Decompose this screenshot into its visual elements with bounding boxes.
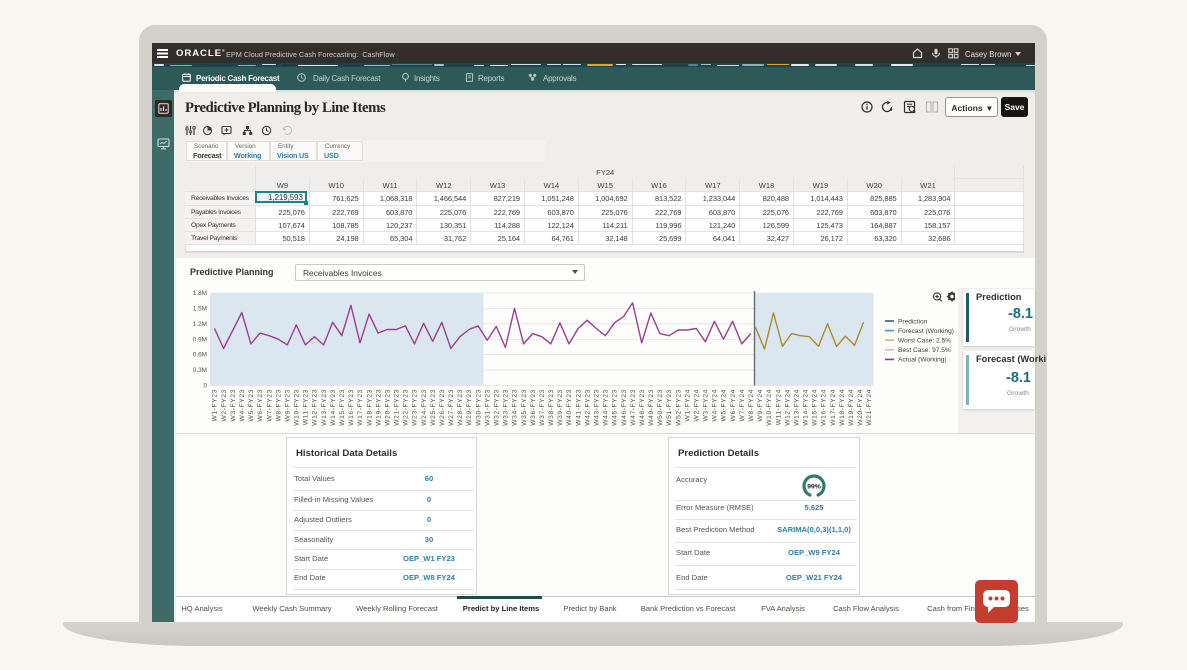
svg-text:W27-FY23: W27-FY23 [448,389,455,426]
svg-text:Worst Case: 2.5%: Worst Case: 2.5% [898,338,951,345]
svg-text:W20-FY23: W20-FY23 [384,389,391,426]
svg-text:W10-FY24: W10-FY24 [766,389,773,426]
svg-text:W5-FY23: W5-FY23 [248,389,255,421]
svg-text:W31-FY23: W31-FY23 [484,389,491,426]
svg-text:W49-FY23: W49-FY23 [648,389,655,426]
svg-text:W35-FY23: W35-FY23 [521,389,528,426]
svg-text:W25-FY23: W25-FY23 [430,389,437,426]
svg-text:W15-FY24: W15-FY24 [812,389,819,426]
svg-text:W51-FY23: W51-FY23 [666,389,673,426]
svg-text:W47-FY23: W47-FY23 [630,389,637,426]
svg-text:W19-FY23: W19-FY23 [375,389,382,426]
svg-text:W6-FY24: W6-FY24 [730,389,737,421]
svg-text:W36-FY23: W36-FY23 [530,389,537,426]
svg-text:W8-FY24: W8-FY24 [748,389,755,421]
svg-text:W19-FY24: W19-FY24 [848,389,855,426]
svg-text:W3-FY24: W3-FY24 [703,389,710,421]
svg-text:W7-FY24: W7-FY24 [739,389,746,421]
svg-text:1.5M: 1.5M [193,305,207,312]
svg-text:W4-FY23: W4-FY23 [239,389,246,421]
svg-text:W48-FY23: W48-FY23 [639,389,646,426]
svg-text:W52-FY23: W52-FY23 [675,389,682,426]
svg-text:W21-FY24: W21-FY24 [866,389,873,426]
svg-text:W23-FY23: W23-FY23 [412,389,419,426]
svg-text:W3-FY23: W3-FY23 [230,389,237,421]
svg-text:W13-FY23: W13-FY23 [321,389,328,426]
svg-text:0.9M: 0.9M [193,336,207,343]
svg-text:W45-FY23: W45-FY23 [612,389,619,426]
svg-text:W4-FY24: W4-FY24 [712,389,719,421]
svg-text:W1-FY23: W1-FY23 [212,389,219,421]
svg-text:W9-FY23: W9-FY23 [285,389,292,421]
svg-text:W2-FY23: W2-FY23 [221,389,228,421]
svg-text:W46-FY23: W46-FY23 [621,389,628,426]
svg-text:0: 0 [203,383,207,390]
svg-text:W1-FY24: W1-FY24 [684,389,691,421]
svg-text:Forecast (Working): Forecast (Working) [898,328,954,335]
svg-text:W39-FY23: W39-FY23 [557,389,564,426]
svg-text:W42-FY23: W42-FY23 [584,389,591,426]
svg-text:W37-FY23: W37-FY23 [539,389,546,426]
svg-text:W10-FY23: W10-FY23 [294,389,301,426]
svg-text:W17-FY24: W17-FY24 [830,389,837,426]
svg-text:W9-FY24: W9-FY24 [757,389,764,421]
svg-text:Prediction: Prediction [898,318,928,325]
svg-text:W21-FY23: W21-FY23 [394,389,401,426]
svg-text:W34-FY23: W34-FY23 [512,389,519,426]
svg-text:W29-FY23: W29-FY23 [466,389,473,426]
svg-text:W17-FY23: W17-FY23 [357,389,364,426]
svg-text:W12-FY24: W12-FY24 [784,389,791,426]
svg-text:W6-FY23: W6-FY23 [257,389,264,421]
svg-text:Best Case: 97.5%: Best Case: 97.5% [898,347,951,354]
svg-text:1.2M: 1.2M [193,321,207,328]
svg-text:W18-FY24: W18-FY24 [839,389,846,426]
svg-text:W14-FY24: W14-FY24 [803,389,810,426]
svg-text:W11-FY23: W11-FY23 [303,389,310,425]
svg-text:W12-FY23: W12-FY23 [312,389,319,426]
svg-text:W33-FY23: W33-FY23 [503,389,510,426]
svg-text:99%: 99% [807,483,821,490]
svg-text:W18-FY23: W18-FY23 [366,389,373,426]
svg-text:W7-FY23: W7-FY23 [266,389,273,421]
svg-text:W11-FY24: W11-FY24 [775,389,782,425]
svg-text:W16-FY24: W16-FY24 [821,389,828,426]
svg-text:W2-FY24: W2-FY24 [694,389,701,421]
svg-text:W26-FY23: W26-FY23 [439,389,446,426]
svg-text:W5-FY24: W5-FY24 [721,389,728,421]
svg-text:1.8M: 1.8M [193,290,207,297]
svg-text:W20-FY24: W20-FY24 [857,389,864,426]
svg-text:W50-FY23: W50-FY23 [657,389,664,426]
svg-text:W38-FY23: W38-FY23 [548,389,555,426]
svg-text:W14-FY23: W14-FY23 [330,389,337,426]
svg-text:W41-FY23: W41-FY23 [575,389,582,426]
svg-text:W44-FY23: W44-FY23 [603,389,610,426]
svg-text:W15-FY23: W15-FY23 [339,389,346,426]
svg-text:W8-FY23: W8-FY23 [275,389,282,421]
svg-text:W13-FY24: W13-FY24 [793,389,800,426]
svg-text:W22-FY23: W22-FY23 [403,389,410,426]
svg-text:W40-FY23: W40-FY23 [566,389,573,426]
svg-text:W24-FY23: W24-FY23 [421,389,428,426]
svg-text:W32-FY23: W32-FY23 [494,389,501,426]
svg-text:0.3M: 0.3M [193,367,207,374]
svg-text:0.6M: 0.6M [193,352,207,359]
svg-text:W16-FY23: W16-FY23 [348,389,355,426]
svg-text:W43-FY23: W43-FY23 [594,389,601,426]
svg-text:W28-FY23: W28-FY23 [457,389,464,426]
svg-text:W30-FY23: W30-FY23 [475,389,482,426]
svg-text:Actual (Working): Actual (Working) [898,357,947,364]
